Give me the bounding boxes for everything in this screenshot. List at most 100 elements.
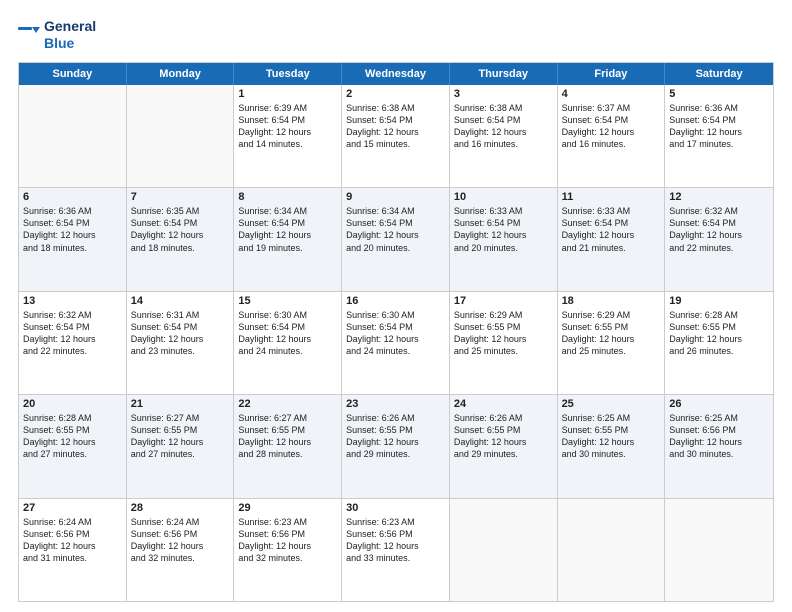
cell-line: Sunset: 6:54 PM: [669, 217, 769, 229]
cal-cell-4-5: [558, 499, 666, 601]
cell-line: Daylight: 12 hours: [669, 333, 769, 345]
cell-line: Daylight: 12 hours: [238, 540, 337, 552]
day-num-7: 7: [131, 191, 230, 203]
day-num-24: 24: [454, 398, 553, 410]
cell-line: Sunrise: 6:36 AM: [669, 102, 769, 114]
cell-line: and 29 minutes.: [346, 448, 445, 460]
cell-line: Daylight: 12 hours: [454, 333, 553, 345]
day-num-25: 25: [562, 398, 661, 410]
cell-line: Sunset: 6:55 PM: [562, 424, 661, 436]
cal-row-3: 20Sunrise: 6:28 AMSunset: 6:55 PMDayligh…: [19, 394, 773, 497]
day-num-12: 12: [669, 191, 769, 203]
cell-line: Sunset: 6:55 PM: [131, 424, 230, 436]
cal-cell-2-2: 15Sunrise: 6:30 AMSunset: 6:54 PMDayligh…: [234, 292, 342, 394]
cell-line: Daylight: 12 hours: [23, 436, 122, 448]
header-day-saturday: Saturday: [665, 63, 773, 85]
day-num-21: 21: [131, 398, 230, 410]
cal-row-2: 13Sunrise: 6:32 AMSunset: 6:54 PMDayligh…: [19, 291, 773, 394]
cell-line: Sunset: 6:56 PM: [131, 528, 230, 540]
cell-line: Sunrise: 6:32 AM: [669, 205, 769, 217]
cal-cell-2-1: 14Sunrise: 6:31 AMSunset: 6:54 PMDayligh…: [127, 292, 235, 394]
cell-line: Sunset: 6:56 PM: [23, 528, 122, 540]
cal-cell-2-3: 16Sunrise: 6:30 AMSunset: 6:54 PMDayligh…: [342, 292, 450, 394]
cell-line: Daylight: 12 hours: [346, 126, 445, 138]
cell-line: Sunrise: 6:30 AM: [238, 309, 337, 321]
cell-line: and 32 minutes.: [238, 552, 337, 564]
cell-line: Sunset: 6:55 PM: [346, 424, 445, 436]
cell-line: and 18 minutes.: [23, 242, 122, 254]
cell-line: Daylight: 12 hours: [238, 333, 337, 345]
cell-line: Daylight: 12 hours: [346, 436, 445, 448]
cell-line: Sunset: 6:54 PM: [238, 321, 337, 333]
cell-line: and 23 minutes.: [131, 345, 230, 357]
cell-line: Sunrise: 6:23 AM: [346, 516, 445, 528]
cell-line: Daylight: 12 hours: [131, 540, 230, 552]
cell-line: Sunset: 6:54 PM: [23, 321, 122, 333]
day-num-20: 20: [23, 398, 122, 410]
cell-line: and 15 minutes.: [346, 138, 445, 150]
day-num-3: 3: [454, 88, 553, 100]
cell-line: Sunset: 6:54 PM: [454, 217, 553, 229]
cell-line: Sunset: 6:56 PM: [669, 424, 769, 436]
day-num-22: 22: [238, 398, 337, 410]
cell-line: and 21 minutes.: [562, 242, 661, 254]
cell-line: Sunrise: 6:26 AM: [346, 412, 445, 424]
cell-line: and 31 minutes.: [23, 552, 122, 564]
cell-line: and 27 minutes.: [23, 448, 122, 460]
cell-line: and 27 minutes.: [131, 448, 230, 460]
cell-line: Daylight: 12 hours: [562, 229, 661, 241]
cell-line: Daylight: 12 hours: [23, 333, 122, 345]
cal-cell-0-1: [127, 85, 235, 187]
day-num-8: 8: [238, 191, 337, 203]
day-num-23: 23: [346, 398, 445, 410]
cal-cell-0-6: 5Sunrise: 6:36 AMSunset: 6:54 PMDaylight…: [665, 85, 773, 187]
cell-line: and 19 minutes.: [238, 242, 337, 254]
day-num-26: 26: [669, 398, 769, 410]
cal-cell-0-2: 1Sunrise: 6:39 AMSunset: 6:54 PMDaylight…: [234, 85, 342, 187]
cell-line: Sunrise: 6:24 AM: [131, 516, 230, 528]
cell-line: Sunset: 6:56 PM: [238, 528, 337, 540]
cell-line: and 26 minutes.: [669, 345, 769, 357]
cell-line: Sunset: 6:54 PM: [238, 114, 337, 126]
cell-line: and 22 minutes.: [669, 242, 769, 254]
cell-line: and 22 minutes.: [23, 345, 122, 357]
cal-cell-3-1: 21Sunrise: 6:27 AMSunset: 6:55 PMDayligh…: [127, 395, 235, 497]
cell-line: Sunset: 6:55 PM: [23, 424, 122, 436]
cell-line: and 28 minutes.: [238, 448, 337, 460]
cal-cell-0-5: 4Sunrise: 6:37 AMSunset: 6:54 PMDaylight…: [558, 85, 666, 187]
cell-line: Sunset: 6:55 PM: [238, 424, 337, 436]
day-num-11: 11: [562, 191, 661, 203]
cell-line: Daylight: 12 hours: [346, 333, 445, 345]
cell-line: Sunrise: 6:26 AM: [454, 412, 553, 424]
logo-blue: Blue: [44, 35, 96, 52]
cell-line: Sunrise: 6:38 AM: [346, 102, 445, 114]
day-num-10: 10: [454, 191, 553, 203]
day-num-19: 19: [669, 295, 769, 307]
cell-line: Sunrise: 6:33 AM: [562, 205, 661, 217]
day-num-30: 30: [346, 502, 445, 514]
cell-line: and 33 minutes.: [346, 552, 445, 564]
cell-line: Sunrise: 6:25 AM: [562, 412, 661, 424]
cell-line: Daylight: 12 hours: [346, 229, 445, 241]
cal-cell-4-3: 30Sunrise: 6:23 AMSunset: 6:56 PMDayligh…: [342, 499, 450, 601]
cal-cell-0-0: [19, 85, 127, 187]
cell-line: Sunset: 6:54 PM: [454, 114, 553, 126]
cal-row-0: 1Sunrise: 6:39 AMSunset: 6:54 PMDaylight…: [19, 85, 773, 187]
calendar-header: SundayMondayTuesdayWednesdayThursdayFrid…: [19, 63, 773, 85]
cell-line: Sunset: 6:54 PM: [346, 217, 445, 229]
day-num-14: 14: [131, 295, 230, 307]
cell-line: Sunset: 6:54 PM: [131, 321, 230, 333]
cell-line: Sunrise: 6:32 AM: [23, 309, 122, 321]
cell-line: and 32 minutes.: [131, 552, 230, 564]
cell-line: Sunset: 6:54 PM: [669, 114, 769, 126]
cell-line: Daylight: 12 hours: [562, 436, 661, 448]
cell-line: Sunrise: 6:34 AM: [238, 205, 337, 217]
day-num-18: 18: [562, 295, 661, 307]
cell-line: Daylight: 12 hours: [131, 229, 230, 241]
day-num-9: 9: [346, 191, 445, 203]
cell-line: and 30 minutes.: [669, 448, 769, 460]
cal-cell-4-6: [665, 499, 773, 601]
cell-line: and 16 minutes.: [454, 138, 553, 150]
cal-cell-0-3: 2Sunrise: 6:38 AMSunset: 6:54 PMDaylight…: [342, 85, 450, 187]
day-num-5: 5: [669, 88, 769, 100]
